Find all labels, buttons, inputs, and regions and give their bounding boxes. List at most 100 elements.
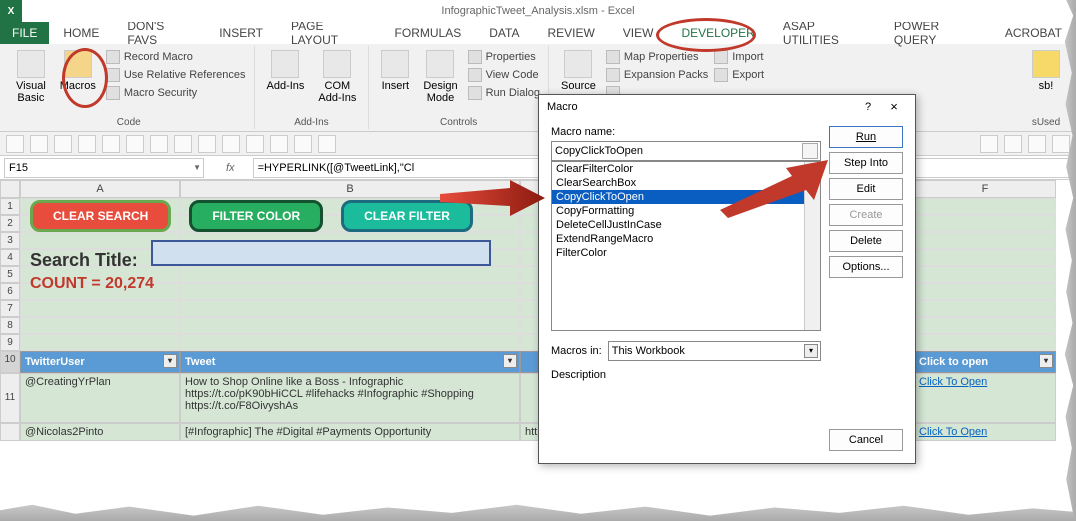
tab-view[interactable]: VIEW	[609, 23, 668, 43]
chevron-down-icon[interactable]: ▾	[804, 344, 818, 358]
macro-list-item[interactable]: ExtendRangeMacro	[552, 232, 820, 246]
com-addins-button[interactable]: COM Add-Ins	[312, 46, 362, 108]
row-header[interactable]: 1	[0, 198, 20, 215]
qat-btn[interactable]	[980, 135, 998, 153]
search-input[interactable]	[151, 240, 491, 266]
macro-name-input[interactable]: CopyClickToOpen	[551, 141, 821, 161]
insert-control-button[interactable]: Insert	[375, 46, 415, 96]
scrollbar[interactable]	[804, 162, 820, 330]
expansion-packs-button[interactable]: Expansion Packs	[604, 67, 710, 83]
tab-data[interactable]: DATA	[475, 23, 533, 43]
col-header-click[interactable]: Click to open▾	[914, 351, 1056, 373]
row-header[interactable]: 4	[0, 249, 20, 266]
row-header[interactable]: 7	[0, 300, 20, 317]
row-header[interactable]: 3	[0, 232, 20, 249]
tab-acrobat[interactable]: ACROBAT	[991, 23, 1076, 43]
qat-btn[interactable]	[1028, 135, 1046, 153]
cell-link[interactable]: Click To Open	[914, 373, 1056, 423]
row-header[interactable]: 5	[0, 266, 20, 283]
col-header[interactable]: B	[180, 180, 520, 198]
tab-formulas[interactable]: FORMULAS	[381, 23, 476, 43]
tab-review[interactable]: REVIEW	[533, 23, 608, 43]
custom-button[interactable]: sb!	[1026, 46, 1066, 96]
qat-btn[interactable]	[6, 135, 24, 153]
row-header[interactable]: 2	[0, 215, 20, 232]
step-into-button[interactable]: Step Into	[829, 152, 903, 174]
qat-btn[interactable]	[54, 135, 72, 153]
source-button[interactable]: Source	[555, 46, 602, 96]
macro-list-item[interactable]: CopyClickToOpen	[552, 190, 820, 204]
macro-list-item[interactable]: CopyFormatting	[552, 204, 820, 218]
row-header[interactable]: 10	[0, 351, 20, 373]
visual-basic-button[interactable]: Visual Basic	[10, 46, 52, 108]
tab-home[interactable]: HOME	[49, 23, 113, 43]
help-button[interactable]: ?	[855, 101, 881, 113]
cell-user[interactable]: @Nicolas2Pinto	[20, 423, 180, 441]
qat-btn[interactable]	[126, 135, 144, 153]
qat-btn[interactable]	[78, 135, 96, 153]
row-header[interactable]: 8	[0, 317, 20, 334]
qat-btn[interactable]	[222, 135, 240, 153]
relative-ref-button[interactable]: Use Relative References	[104, 67, 248, 83]
qat-btn[interactable]	[174, 135, 192, 153]
macro-list[interactable]: ClearFilterColorClearSearchBoxCopyClickT…	[551, 161, 821, 331]
macro-list-item[interactable]: ClearSearchBox	[552, 176, 820, 190]
macro-list-item[interactable]: ClearFilterColor	[552, 162, 820, 176]
cell-link[interactable]: Click To Open	[914, 423, 1056, 441]
col-header-tweet[interactable]: Tweet▾	[180, 351, 520, 373]
tab-insert[interactable]: INSERT	[205, 23, 277, 43]
macros-button[interactable]: Macros	[54, 46, 102, 96]
col-header[interactable]: F	[914, 180, 1056, 198]
fx-icon[interactable]: fx	[208, 162, 253, 174]
qat-btn[interactable]	[318, 135, 336, 153]
qat-btn[interactable]	[246, 135, 264, 153]
filter-dropdown-icon[interactable]: ▾	[163, 354, 177, 368]
row-header[interactable]	[0, 423, 20, 441]
dialog-titlebar[interactable]: Macro ? ×	[539, 95, 915, 118]
view-code-button[interactable]: View Code	[466, 67, 542, 83]
edit-button[interactable]: Edit	[829, 178, 903, 200]
cancel-button[interactable]: Cancel	[829, 429, 903, 451]
row-header[interactable]: 6	[0, 283, 20, 300]
tab-developer[interactable]: DEVELOPER	[667, 23, 768, 43]
close-button[interactable]: ×	[881, 99, 907, 114]
export-button[interactable]: Export	[712, 67, 766, 83]
properties-button[interactable]: Properties	[466, 49, 542, 65]
macro-security-button[interactable]: Macro Security	[104, 85, 248, 101]
qat-btn[interactable]	[30, 135, 48, 153]
addins-button[interactable]: Add-Ins	[261, 46, 311, 96]
row-header[interactable]: 9	[0, 334, 20, 351]
macros-in-select[interactable]: This Workbook▾	[608, 341, 821, 361]
options-button[interactable]: Options...	[829, 256, 903, 278]
filter-dropdown-icon[interactable]: ▾	[1039, 354, 1053, 368]
clear-filter-button[interactable]: CLEAR FILTER	[341, 200, 473, 232]
col-header-twitteruser[interactable]: TwitterUser▾	[20, 351, 180, 373]
qat-btn[interactable]	[1052, 135, 1070, 153]
qat-btn[interactable]	[270, 135, 288, 153]
tab-file[interactable]: FILE	[0, 22, 49, 44]
design-mode-button[interactable]: Design Mode	[417, 46, 463, 108]
map-properties-button[interactable]: Map Properties	[604, 49, 710, 65]
col-header[interactable]: A	[20, 180, 180, 198]
range-picker-icon[interactable]	[802, 143, 818, 159]
chevron-down-icon[interactable]: ▼	[193, 163, 201, 172]
import-button[interactable]: Import	[712, 49, 766, 65]
cell-tweet[interactable]: [#Infographic] The #Digital #Payments Op…	[180, 423, 520, 441]
qat-btn[interactable]	[1004, 135, 1022, 153]
delete-button[interactable]: Delete	[829, 230, 903, 252]
row-header[interactable]: 11	[0, 373, 20, 423]
macro-list-item[interactable]: DeleteCellJustInCase	[552, 218, 820, 232]
macro-list-item[interactable]: FilterColor	[552, 246, 820, 260]
run-dialog-button[interactable]: Run Dialog	[466, 85, 542, 101]
cell-user[interactable]: @CreatingYrPlan	[20, 373, 180, 423]
cell-tweet[interactable]: How to Shop Online like a Boss - Infogra…	[180, 373, 520, 423]
qat-btn[interactable]	[102, 135, 120, 153]
record-macro-button[interactable]: Record Macro	[104, 49, 248, 65]
filter-dropdown-icon[interactable]: ▾	[503, 354, 517, 368]
qat-btn[interactable]	[150, 135, 168, 153]
clear-search-button[interactable]: CLEAR SEARCH	[30, 200, 171, 232]
name-box[interactable]: F15▼	[4, 158, 204, 178]
qat-btn[interactable]	[294, 135, 312, 153]
filter-color-button[interactable]: FILTER COLOR	[189, 200, 323, 232]
select-all-cell[interactable]	[0, 180, 20, 198]
